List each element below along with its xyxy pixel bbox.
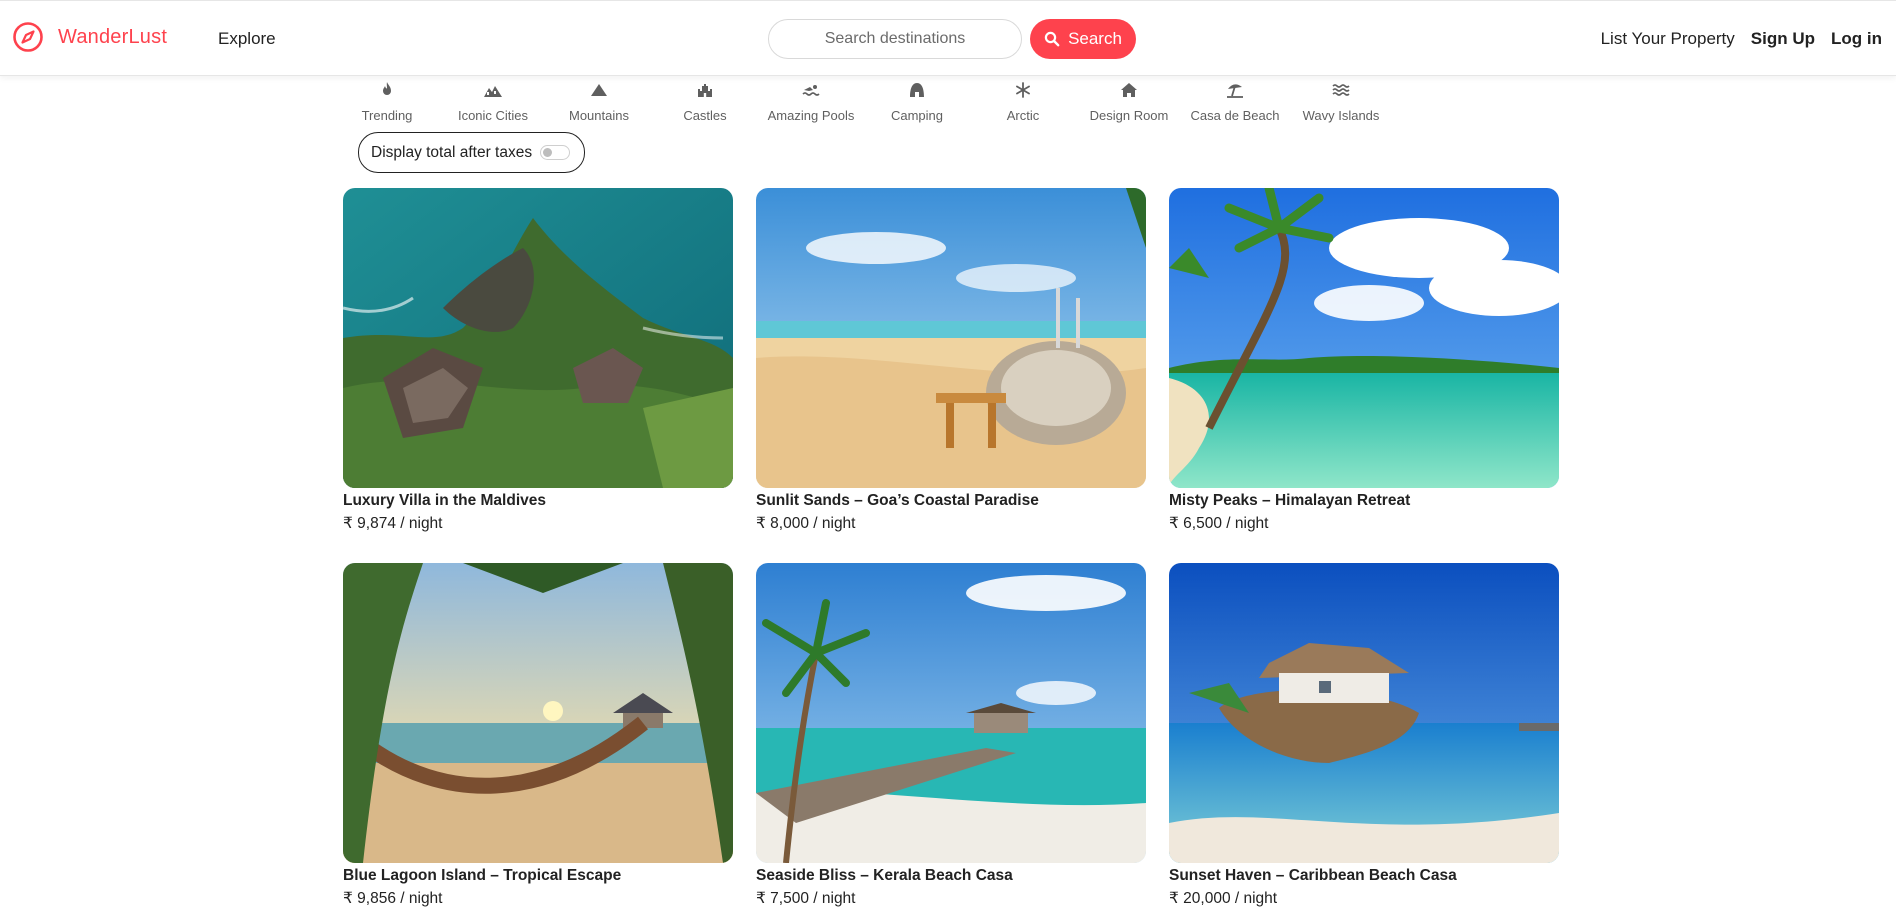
- city-icon: [484, 86, 502, 97]
- listing-title[interactable]: Seaside Bliss – Kerala Beach Casa: [756, 867, 1146, 885]
- listing-card[interactable]: Sunset Haven – Caribbean Beach Casa ₹ 20…: [1169, 563, 1559, 912]
- water-icon: [1332, 84, 1350, 96]
- search-button[interactable]: Search: [1030, 19, 1136, 59]
- mountain-icon: [591, 84, 607, 96]
- castle-icon: [698, 84, 712, 97]
- tax-toggle-label: Display total after taxes: [371, 143, 533, 161]
- compass-icon: [13, 22, 43, 52]
- listing-price: ₹ 20,000 / night: [1169, 890, 1278, 907]
- listing-photo[interactable]: [343, 188, 733, 488]
- house-icon: [1121, 83, 1137, 97]
- search-input[interactable]: [768, 19, 1022, 59]
- filter-label: Casa de Beach: [1190, 108, 1280, 123]
- filter-label: Amazing Pools: [767, 108, 855, 123]
- filter-label: Mountains: [569, 108, 629, 123]
- nav-right-links: List Your Property Sign Up Log in: [1601, 29, 1882, 49]
- listing-photo[interactable]: [756, 188, 1146, 488]
- list-property-link[interactable]: List Your Property: [1601, 29, 1735, 49]
- filter-camping[interactable]: Camping: [864, 80, 970, 123]
- brand-link[interactable]: WanderLust: [12, 21, 167, 53]
- listing-photo[interactable]: [756, 563, 1146, 863]
- listing-title[interactable]: Sunlit Sands – Goa’s Coastal Paradise: [756, 492, 1146, 510]
- navbar: WanderLust Explore Search List Your Prop…: [0, 0, 1896, 76]
- listing-title[interactable]: Misty Peaks – Himalayan Retreat: [1169, 492, 1559, 510]
- fire-icon: [383, 82, 391, 95]
- search-button-label: Search: [1068, 29, 1122, 48]
- listing-card[interactable]: Misty Peaks – Himalayan Retreat ₹ 6,500 …: [1169, 188, 1559, 563]
- tax-switch[interactable]: [540, 145, 571, 160]
- filter-amazing-pools[interactable]: Amazing Pools: [758, 80, 864, 123]
- filter-wavy-islands[interactable]: Wavy Islands: [1288, 80, 1394, 123]
- listing-photo[interactable]: [343, 563, 733, 863]
- listing-price: ₹ 9,874 / night: [343, 515, 443, 532]
- listing-card[interactable]: Seaside Bliss – Kerala Beach Casa ₹ 7,50…: [756, 563, 1146, 912]
- filter-label: Wavy Islands: [1302, 108, 1380, 123]
- listings-grid: Luxury Villa in the Maldives ₹ 9,874 / n…: [343, 188, 1559, 912]
- snowflake-icon: [1016, 82, 1030, 98]
- listing-title[interactable]: Sunset Haven – Caribbean Beach Casa: [1169, 867, 1559, 885]
- listing-title[interactable]: Luxury Villa in the Maldives: [343, 492, 733, 510]
- filter-label: Iconic Cities: [457, 108, 529, 123]
- listing-card[interactable]: Sunlit Sands – Goa’s Coastal Paradise ₹ …: [756, 188, 1146, 563]
- umbrella-beach-icon: [1227, 84, 1243, 98]
- listing-photo[interactable]: [1169, 563, 1559, 863]
- filter-label: Design Room: [1089, 108, 1169, 123]
- listing-card[interactable]: Luxury Villa in the Maldives ₹ 9,874 / n…: [343, 188, 733, 563]
- filter-casa-de-beach[interactable]: Casa de Beach: [1182, 80, 1288, 123]
- category-filters: Trending Iconic Cities Mountains Castles…: [334, 80, 1394, 123]
- filter-design-room[interactable]: Design Room: [1076, 80, 1182, 123]
- filter-label: Camping: [890, 108, 944, 123]
- listing-price: ₹ 7,500 / night: [756, 890, 856, 907]
- filter-castles[interactable]: Castles: [652, 80, 758, 123]
- listing-card[interactable]: Blue Lagoon Island – Tropical Escape ₹ 9…: [343, 563, 733, 912]
- filter-label: Arctic: [1006, 108, 1040, 123]
- listing-price: ₹ 6,500 / night: [1169, 515, 1269, 532]
- listing-price: ₹ 8,000 / night: [756, 515, 856, 532]
- listing-price: ₹ 9,856 / night: [343, 890, 443, 907]
- nav-explore-link[interactable]: Explore: [218, 29, 276, 49]
- switch-knob: [543, 148, 553, 157]
- listing-photo[interactable]: [1169, 188, 1559, 488]
- search-icon: [1044, 31, 1060, 47]
- filter-arctic[interactable]: Arctic: [970, 80, 1076, 123]
- listing-title[interactable]: Blue Lagoon Island – Tropical Escape: [343, 867, 733, 885]
- filter-iconic-cities[interactable]: Iconic Cities: [440, 80, 546, 123]
- filter-label: Trending: [361, 108, 413, 123]
- filter-mountains[interactable]: Mountains: [546, 80, 652, 123]
- sign-up-link[interactable]: Sign Up: [1751, 29, 1815, 49]
- swimmer-icon: [802, 85, 820, 96]
- tax-toggle[interactable]: Display total after taxes: [358, 132, 585, 173]
- campground-icon: [910, 83, 924, 97]
- search-form: Search: [768, 19, 1136, 59]
- filter-label: Castles: [683, 108, 727, 123]
- brand-name: WanderLust: [58, 25, 168, 48]
- log-in-link[interactable]: Log in: [1831, 29, 1882, 49]
- filter-trending[interactable]: Trending: [334, 80, 440, 123]
